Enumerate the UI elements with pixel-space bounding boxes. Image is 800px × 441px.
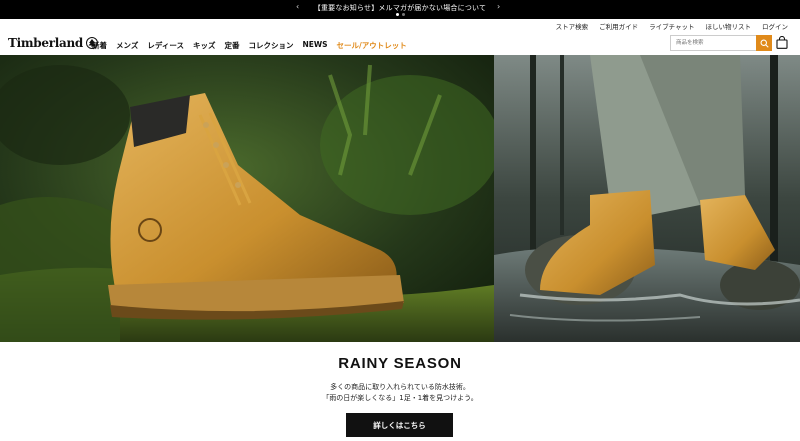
slide-indicator bbox=[396, 13, 405, 16]
learn-more-button[interactable]: 詳しくはこちら bbox=[346, 413, 453, 437]
search-icon bbox=[760, 39, 769, 48]
hero-image-boot bbox=[0, 55, 500, 342]
campaign-description: 多くの商品に取り入れられている防水技術。 「雨の日が楽しくなる」1足・1着を見つ… bbox=[0, 382, 800, 404]
nav-item-new[interactable]: 新着 bbox=[92, 40, 107, 51]
nav-item-news[interactable]: NEWS bbox=[302, 40, 327, 51]
campaign-headline: RAINY SEASON bbox=[338, 355, 462, 372]
announcement-bar: ‹ 【重要なお知らせ】メルマガが届かない場合について › bbox=[0, 0, 800, 19]
main-nav: 新着 メンズ レディース キッズ 定番 コレクション NEWS セール/アウトレ… bbox=[92, 40, 407, 51]
search-box bbox=[670, 35, 772, 51]
live-chat-link[interactable]: ライブチャット bbox=[649, 21, 694, 31]
search-input[interactable] bbox=[671, 36, 757, 50]
campaign-description-line1: 多くの商品に取り入れられている防水技術。 bbox=[330, 383, 470, 391]
nav-item-womens[interactable]: レディース bbox=[147, 40, 184, 51]
utility-links: ストア検索 ご利用ガイド ライブチャット ほしい物リスト ログイン bbox=[556, 21, 788, 31]
nav-item-kids[interactable]: キッズ bbox=[193, 40, 216, 51]
store-search-link[interactable]: ストア検索 bbox=[556, 21, 589, 31]
hero-banner[interactable] bbox=[0, 55, 800, 342]
nav-item-collection[interactable]: コレクション bbox=[248, 40, 293, 51]
brand-logo[interactable]: Timberland bbox=[8, 36, 98, 50]
brand-wordmark: Timberland bbox=[8, 36, 83, 50]
slide-dot-2[interactable] bbox=[402, 13, 405, 16]
announcement-text[interactable]: 【重要なお知らせ】メルマガが届かない場合について bbox=[0, 3, 800, 13]
login-link[interactable]: ログイン bbox=[762, 21, 788, 31]
nav-item-mens[interactable]: メンズ bbox=[116, 40, 138, 51]
chevron-right-icon[interactable]: › bbox=[497, 2, 500, 11]
search-button[interactable] bbox=[756, 35, 772, 51]
nav-item-classics[interactable]: 定番 bbox=[224, 40, 239, 51]
guide-link[interactable]: ご利用ガイド bbox=[599, 21, 638, 31]
hero-image-stream bbox=[494, 55, 800, 342]
wishlist-link[interactable]: ほしい物リスト bbox=[706, 21, 752, 31]
campaign-description-line2: 「雨の日が楽しくなる」1足・1着を見つけよう。 bbox=[322, 394, 478, 402]
cart-icon[interactable] bbox=[776, 36, 788, 49]
slide-dot-1[interactable] bbox=[396, 13, 399, 16]
nav-item-sale[interactable]: セール/アウトレット bbox=[337, 40, 407, 51]
